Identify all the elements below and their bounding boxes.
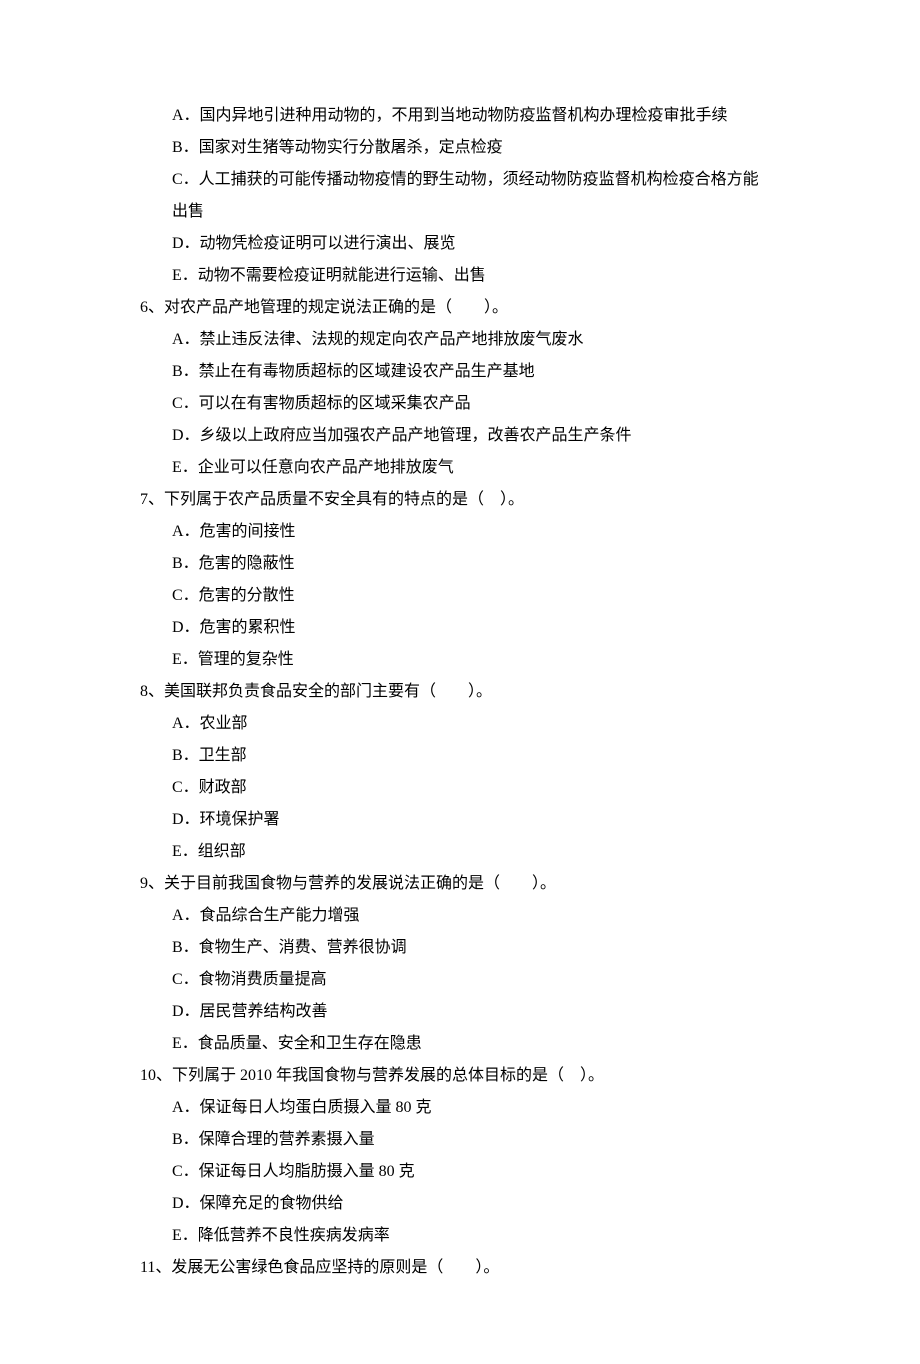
option-text: A．危害的间接性 (140, 516, 780, 548)
question-text: 10、下列属于 2010 年我国食物与营养发展的总体目标的是（ ）。 (140, 1060, 780, 1092)
option-text: A．保证每日人均蛋白质摄入量 80 克 (140, 1092, 780, 1124)
option-text: C．保证每日人均脂肪摄入量 80 克 (140, 1156, 780, 1188)
option-text: B．危害的隐蔽性 (140, 548, 780, 580)
option-text: B．卫生部 (140, 740, 780, 772)
question-text: 7、下列属于农产品质量不安全具有的特点的是（ ）。 (140, 484, 780, 516)
option-text: D．保障充足的食物供给 (140, 1188, 780, 1220)
option-text: D．乡级以上政府应当加强农产品产地管理，改善农产品生产条件 (140, 420, 780, 452)
option-text: C．人工捕获的可能传播动物疫情的野生动物，须经动物防疫监督机构检疫合格方能 (140, 164, 780, 196)
question-text: 9、关于目前我国食物与营养的发展说法正确的是（ ）。 (140, 868, 780, 900)
option-text: C．食物消费质量提高 (140, 964, 780, 996)
question-text: 8、美国联邦负责食品安全的部门主要有（ ）。 (140, 676, 780, 708)
question-text: 11、发展无公害绿色食品应坚持的原则是（ ）。 (140, 1252, 780, 1284)
option-text: E．企业可以任意向农产品产地排放废气 (140, 452, 780, 484)
option-text: C．危害的分散性 (140, 580, 780, 612)
option-text: A．国内异地引进种用动物的，不用到当地动物防疫监督机构办理检疫审批手续 (140, 100, 780, 132)
option-text: A．食品综合生产能力增强 (140, 900, 780, 932)
option-text: C．财政部 (140, 772, 780, 804)
option-text: D．动物凭检疫证明可以进行演出、展览 (140, 228, 780, 260)
option-text: B．食物生产、消费、营养很协调 (140, 932, 780, 964)
option-text: B．禁止在有毒物质超标的区域建设农产品生产基地 (140, 356, 780, 388)
question-text: 6、对农产品产地管理的规定说法正确的是（ ）。 (140, 292, 780, 324)
option-text: E．降低营养不良性疾病发病率 (140, 1220, 780, 1252)
option-text: E．管理的复杂性 (140, 644, 780, 676)
option-text: E．组织部 (140, 836, 780, 868)
option-text: B．国家对生猪等动物实行分散屠杀，定点检疫 (140, 132, 780, 164)
option-text: E．食品质量、安全和卫生存在隐患 (140, 1028, 780, 1060)
option-text: A．农业部 (140, 708, 780, 740)
option-text: E．动物不需要检疫证明就能进行运输、出售 (140, 260, 780, 292)
option-text: D．居民营养结构改善 (140, 996, 780, 1028)
option-text: D．危害的累积性 (140, 612, 780, 644)
option-text: D．环境保护署 (140, 804, 780, 836)
option-text: 出售 (140, 196, 780, 228)
option-text: C．可以在有害物质超标的区域采集农产品 (140, 388, 780, 420)
option-text: B．保障合理的营养素摄入量 (140, 1124, 780, 1156)
document-page: A．国内异地引进种用动物的，不用到当地动物防疫监督机构办理检疫审批手续B．国家对… (0, 0, 920, 1364)
option-text: A．禁止违反法律、法规的规定向农产品产地排放废气废水 (140, 324, 780, 356)
